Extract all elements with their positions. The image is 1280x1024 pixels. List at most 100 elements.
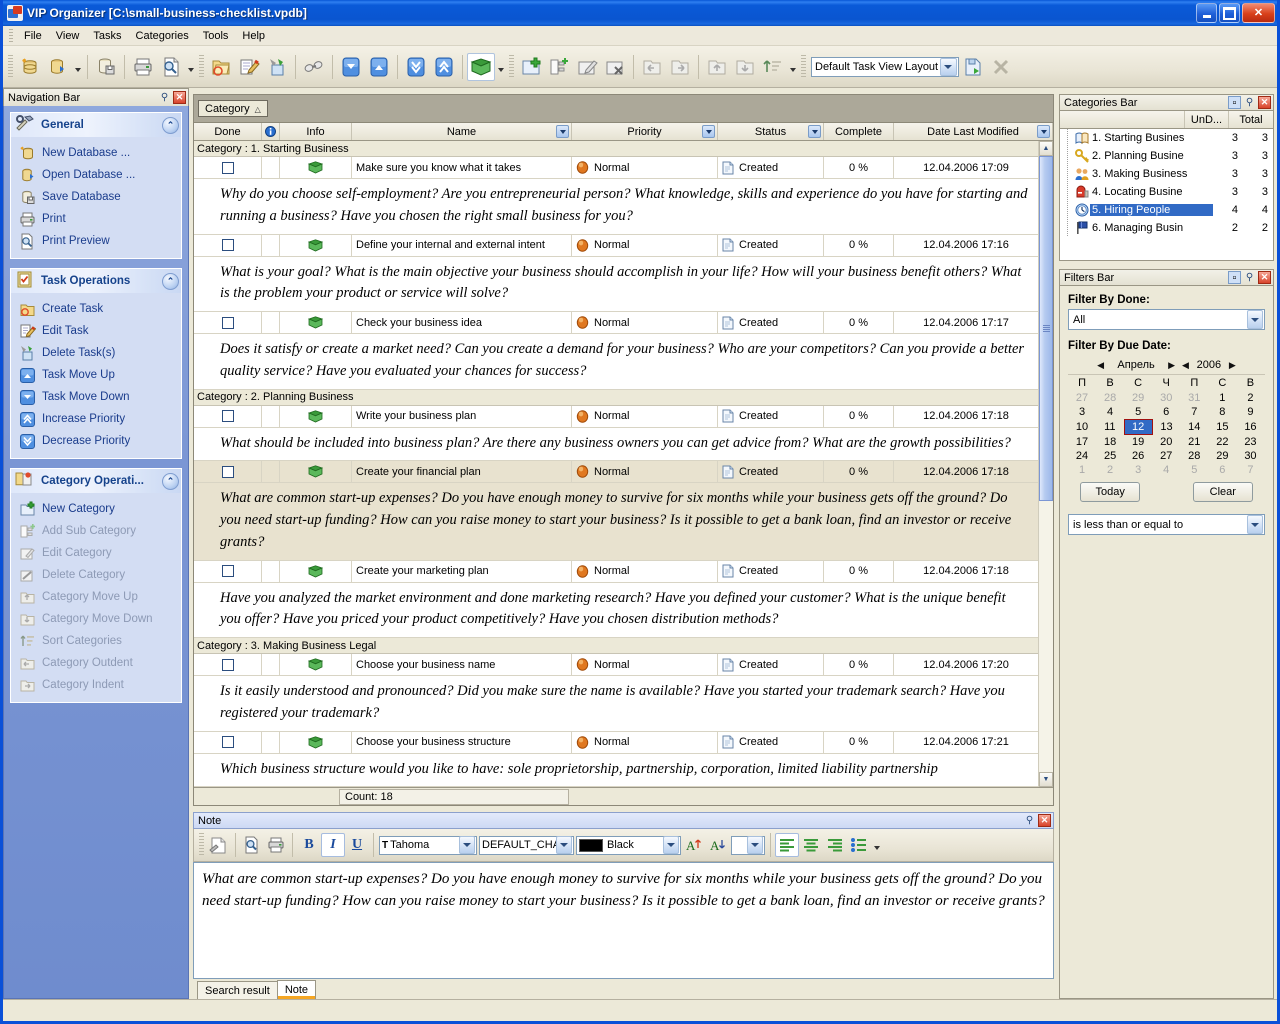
categories-column-total[interactable]: Total <box>1229 111 1273 128</box>
minimize-button[interactable] <box>1196 3 1217 23</box>
calendar-day[interactable]: 7 <box>1180 405 1208 420</box>
find-task-icon[interactable] <box>300 53 328 81</box>
scroll-thumb[interactable] <box>1039 156 1053 501</box>
close-icon[interactable]: ✕ <box>1258 96 1271 109</box>
menu-grip[interactable] <box>9 29 13 43</box>
task-complete-cell[interactable]: 0 % <box>824 654 894 675</box>
charset-combo[interactable]: DEFAULT_CHARSET <box>479 836 574 855</box>
task-priority-cell[interactable]: Normal <box>572 312 718 333</box>
calendar-year[interactable]: 2006 <box>1194 359 1224 371</box>
priority-filter-dropdown-icon[interactable] <box>702 125 715 138</box>
task-name-cell[interactable]: Create your financial plan <box>352 461 572 482</box>
print-preview-icon[interactable] <box>240 833 264 857</box>
pin-icon[interactable]: ⚲ <box>158 91 171 104</box>
calendar-day[interactable]: 1 <box>1068 463 1096 477</box>
group-by-chip-category[interactable]: Category <box>198 100 268 117</box>
column-header-info[interactable]: Info <box>280 123 352 140</box>
task-note-row[interactable]: Why do you choose self-employment? Are y… <box>194 179 1038 235</box>
task-name-cell[interactable]: Write your business plan <box>352 406 572 427</box>
list-item[interactable]: 5. Hiring People44 <box>1060 201 1273 219</box>
list-item[interactable]: 1. Starting Busines33 <box>1060 129 1273 147</box>
done-checkbox[interactable] <box>222 239 234 251</box>
align-right-icon[interactable] <box>823 833 847 857</box>
open-database-dropdown[interactable] <box>72 53 83 81</box>
calendar-day[interactable]: 25 <box>1096 449 1124 463</box>
column-header-status[interactable]: Status <box>718 123 824 140</box>
task-list-vertical-scrollbar[interactable]: ▲ ▼ <box>1038 141 1053 787</box>
task-priority-cell[interactable]: Normal <box>572 732 718 753</box>
calendar-day[interactable]: 3 <box>1124 463 1152 477</box>
sort-categories-dropdown[interactable] <box>787 53 798 81</box>
bullet-list-icon[interactable] <box>847 833 871 857</box>
name-filter-dropdown-icon[interactable] <box>556 125 569 138</box>
note-toolbar-overflow-dropdown[interactable] <box>871 831 882 859</box>
chevron-down-icon[interactable] <box>1247 515 1263 534</box>
pin-icon[interactable]: ⚲ <box>1023 814 1036 827</box>
nav-print-preview[interactable]: Print Preview <box>11 230 181 252</box>
restore-icon[interactable]: ▫ <box>1228 96 1241 109</box>
table-row[interactable]: Define your internal and external intent… <box>194 235 1038 257</box>
nav-delete-tasks[interactable]: Delete Task(s) <box>11 342 181 364</box>
list-item[interactable]: 4. Locating Busine33 <box>1060 183 1273 201</box>
task-name-cell[interactable]: Make sure you know what it takes <box>352 157 572 178</box>
done-checkbox[interactable] <box>222 410 234 422</box>
toolbar-grip[interactable] <box>801 55 806 79</box>
task-note-row[interactable]: Does it satisfy or create a market need?… <box>194 334 1038 390</box>
task-complete-cell[interactable]: 0 % <box>824 406 894 427</box>
delete-category-icon[interactable] <box>601 53 629 81</box>
calendar-day[interactable]: 5 <box>1124 405 1152 420</box>
chevron-up-icon[interactable]: ⌃ <box>162 473 179 490</box>
list-item[interactable]: 6. Managing Busin22 <box>1060 219 1273 237</box>
new-database-icon[interactable] <box>16 53 44 81</box>
task-complete-cell[interactable]: 0 % <box>824 157 894 178</box>
chevron-up-icon[interactable]: ⌃ <box>162 117 179 134</box>
menu-file[interactable]: File <box>17 28 49 44</box>
table-row[interactable]: Check your business ideaNormalCreated0 %… <box>194 312 1038 334</box>
column-header-priority[interactable]: Priority <box>572 123 718 140</box>
increase-font-icon[interactable]: A <box>682 833 706 857</box>
prev-year-arrow-icon[interactable]: ◀ <box>1180 360 1191 371</box>
done-checkbox[interactable] <box>222 317 234 329</box>
calendar-day[interactable]: 22 <box>1208 435 1236 450</box>
task-priority-cell[interactable]: Normal <box>572 461 718 482</box>
status-filter-dropdown-icon[interactable] <box>808 125 821 138</box>
save-database-icon[interactable] <box>92 53 120 81</box>
note-view-dropdown[interactable] <box>495 53 506 81</box>
toolbar-grip[interactable] <box>8 55 13 79</box>
done-checkbox[interactable] <box>222 659 234 671</box>
font-size-combo[interactable] <box>731 836 765 855</box>
calendar-day[interactable]: 11 <box>1096 420 1124 435</box>
calendar-day[interactable]: 23 <box>1236 435 1264 450</box>
task-status-cell[interactable]: Created <box>718 312 824 333</box>
date-filter-dropdown-icon[interactable] <box>1037 125 1050 138</box>
decrease-priority-icon[interactable] <box>402 53 430 81</box>
task-status-cell[interactable]: Created <box>718 461 824 482</box>
calendar-day[interactable]: 17 <box>1068 435 1096 450</box>
calendar-day[interactable]: 31 <box>1180 391 1208 405</box>
prev-month-arrow-icon[interactable]: ◀ <box>1095 360 1106 371</box>
calendar-day[interactable]: 18 <box>1096 435 1124 450</box>
done-checkbox[interactable] <box>222 466 234 478</box>
task-status-cell[interactable]: Created <box>718 235 824 256</box>
chevron-down-icon[interactable] <box>1247 310 1263 329</box>
insert-note-icon[interactable] <box>207 833 231 857</box>
nav-group-task-operations-header[interactable]: Task Operations ⌃ <box>11 269 181 293</box>
next-month-arrow-icon[interactable]: ▶ <box>1166 360 1177 371</box>
note-text-editor[interactable]: What are common start-up expenses? Do yo… <box>193 862 1054 979</box>
calendar-day[interactable]: 27 <box>1068 391 1096 405</box>
menu-categories[interactable]: Categories <box>129 28 196 44</box>
pin-icon[interactable]: ⚲ <box>1243 96 1256 109</box>
calendar-day[interactable]: 16 <box>1236 420 1264 435</box>
categories-column-name[interactable] <box>1060 111 1185 128</box>
list-item[interactable]: 2. Planning Busine33 <box>1060 147 1273 165</box>
sort-categories-icon[interactable] <box>759 53 787 81</box>
calendar-day[interactable]: 20 <box>1152 435 1180 450</box>
clear-button[interactable]: Clear <box>1193 482 1253 502</box>
column-header-done[interactable]: Done <box>194 123 262 140</box>
task-note-row[interactable]: What is your goal? What is the main obje… <box>194 257 1038 313</box>
close-icon[interactable]: ✕ <box>173 91 186 104</box>
calendar-day[interactable]: 4 <box>1096 405 1124 420</box>
calendar-day[interactable]: 6 <box>1152 405 1180 420</box>
calendar-day[interactable]: 4 <box>1152 463 1180 477</box>
task-modified-cell[interactable]: 12.04.2006 17:09 <box>894 157 1038 178</box>
